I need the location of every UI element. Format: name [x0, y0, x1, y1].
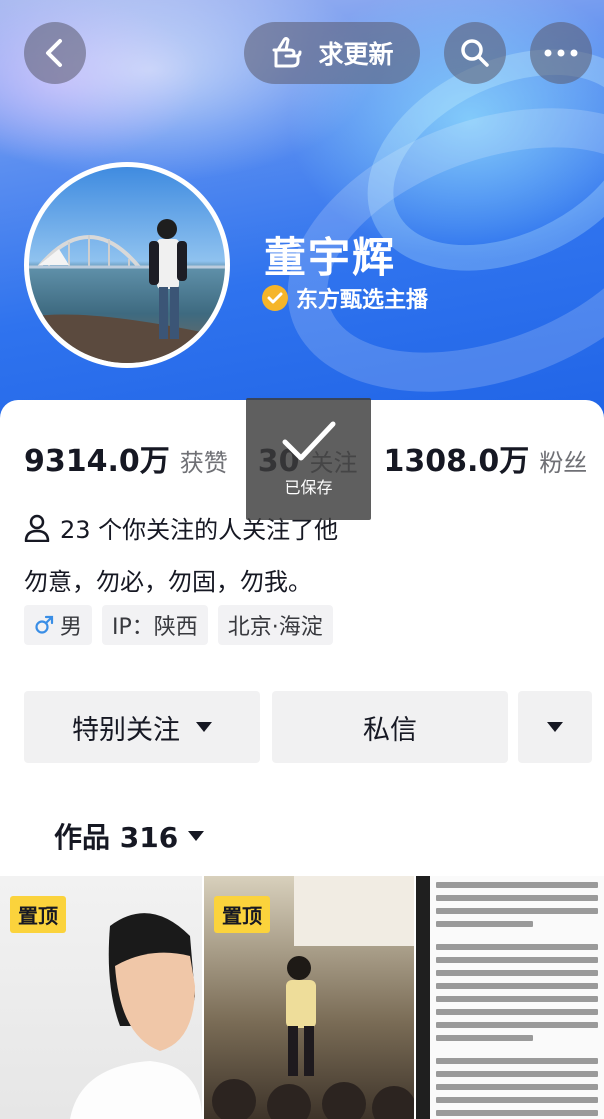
caret-down-icon: [196, 722, 212, 732]
followers-count[interactable]: 1308.0万: [384, 436, 530, 480]
caret-down-icon: [188, 831, 205, 841]
profile-name: 董宇辉: [264, 233, 397, 282]
search-icon: [461, 39, 489, 67]
works-tab[interactable]: 作品 316: [54, 816, 205, 856]
video-thumbnail[interactable]: [416, 876, 604, 1119]
verification-badge: 东方甄选主播: [262, 282, 428, 314]
message-button[interactable]: 私信: [272, 691, 508, 763]
request-update-label: 求更新: [318, 40, 394, 69]
back-button[interactable]: [24, 22, 86, 84]
profile-actions: 特别关注 私信: [24, 691, 594, 763]
more-options-button[interactable]: [530, 22, 592, 84]
request-update-button[interactable]: 求更新: [244, 22, 420, 84]
pinned-badge: 置顶: [214, 896, 270, 933]
male-icon: [35, 615, 54, 634]
hand-pointing-icon: [272, 37, 302, 68]
profile-bio: 勿意，勿必，勿固，勿我。: [24, 568, 312, 596]
ip-location-tag: IP：陕西: [102, 605, 208, 645]
pinned-badge: 置顶: [10, 896, 66, 933]
avatar[interactable]: [24, 162, 230, 368]
likes-count: 9314.0万: [24, 444, 170, 479]
profile-tags: 男 IP：陕西 北京·海淀: [24, 605, 333, 645]
avatar-photo: [29, 167, 225, 363]
saved-toast-text: 已保存: [284, 478, 333, 497]
more-dots-icon: [544, 49, 578, 57]
verification-label: 东方甄选主播: [296, 288, 429, 313]
check-icon: [282, 421, 335, 461]
video-thumbnail[interactable]: 置顶: [0, 876, 202, 1119]
more-actions-dropdown[interactable]: [518, 691, 592, 763]
thumbnail-image: [430, 876, 604, 1119]
verified-check-icon: [262, 285, 288, 311]
location-tag: 北京·海淀: [217, 605, 333, 645]
caret-down-icon: [547, 722, 563, 732]
message-label: 私信: [363, 714, 417, 746]
special-follow-label: 特别关注: [72, 714, 180, 746]
gender-tag: 男: [24, 605, 93, 645]
ip-location-label: IP：陕西: [112, 615, 198, 640]
gender-label: 男: [60, 615, 83, 640]
person-icon: [24, 514, 50, 542]
special-follow-button[interactable]: 特别关注: [24, 691, 260, 763]
video-thumbnail[interactable]: 置顶: [204, 876, 414, 1119]
works-grid: 置顶 置顶: [0, 876, 604, 1119]
works-tab-label: 作品 316: [54, 821, 179, 854]
location-label: 北京·海淀: [227, 615, 323, 640]
chevron-left-icon: [46, 39, 62, 67]
followers-label[interactable]: 粉丝: [539, 443, 587, 478]
likes-label: 获赞: [179, 449, 228, 477]
search-button[interactable]: [444, 22, 506, 84]
saved-toast: 已保存: [246, 398, 371, 520]
